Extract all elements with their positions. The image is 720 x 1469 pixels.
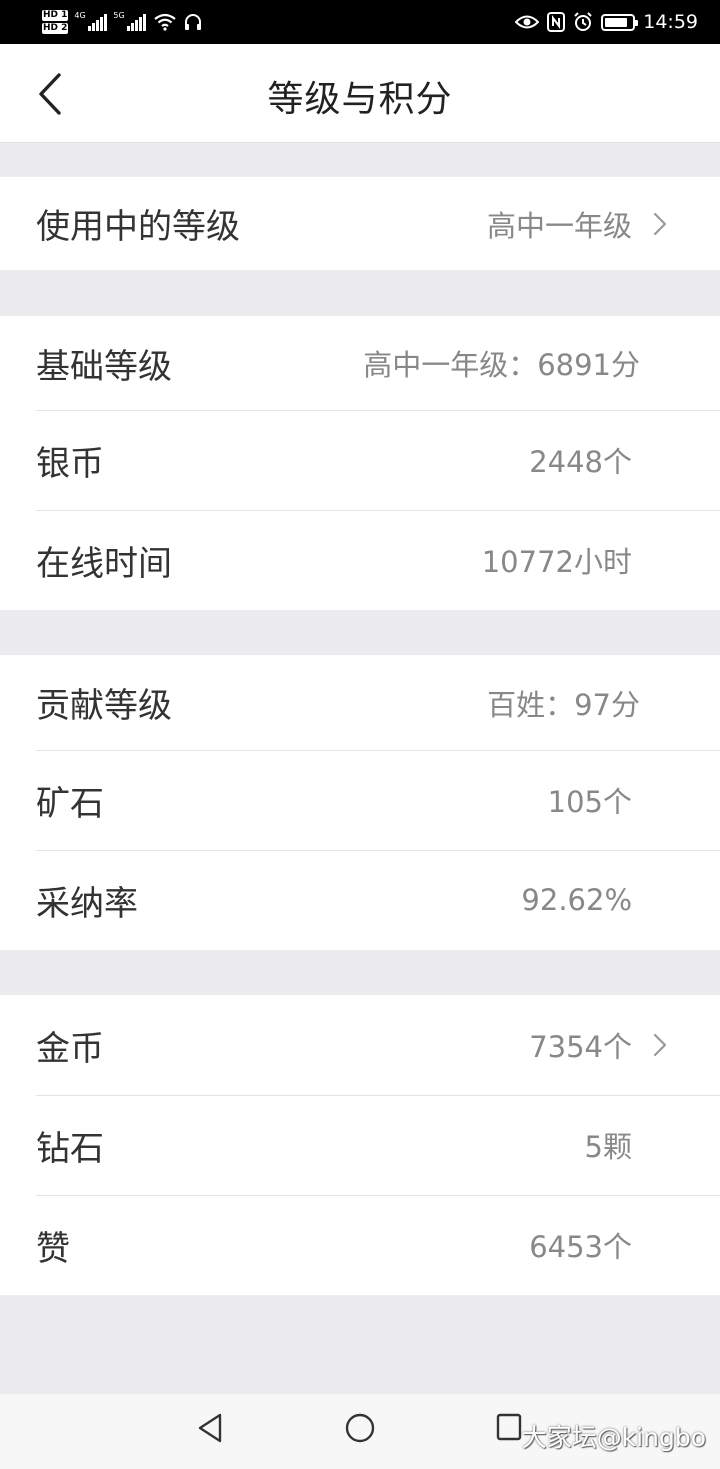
adoption-rate-label: 采纳率: [36, 883, 138, 924]
contribution-level-label: 贡献等级: [36, 686, 172, 726]
ore-value: 105个: [547, 785, 632, 819]
signal-icon-2: 5G: [113, 11, 147, 31]
gold-coin-value: 7354个: [529, 1030, 632, 1064]
alarm-icon: [574, 12, 592, 31]
current-level-row[interactable]: 使用中的等级 高中一年级: [0, 177, 720, 270]
list-item: 采纳率 92.62%: [0, 850, 720, 950]
battery-icon: [601, 13, 639, 31]
network-type-2: 5G: [113, 11, 125, 20]
list-item: 钻石 5颗: [0, 1095, 720, 1195]
wifi-icon: [154, 13, 177, 31]
gold-coin-row[interactable]: 金币 7354个: [0, 995, 720, 1095]
home-circle-icon[interactable]: [344, 1412, 376, 1444]
silver-coin-label: 银币: [36, 443, 104, 484]
assets-section: 金币 7354个 钻石 5颗 赞 6453个: [0, 995, 720, 1295]
basic-level-value: 高中一年级：6891分: [363, 348, 640, 382]
chevron-right-icon: [653, 212, 667, 235]
list-item: 赞 6453个: [0, 1195, 720, 1295]
list-item: 在线时间 10772小时: [0, 510, 720, 610]
app-header: 等级与积分: [0, 44, 720, 143]
basic-level-label: 基础等级: [36, 346, 172, 387]
current-level-section: 使用中的等级 高中一年级: [0, 177, 720, 270]
clock: 14:59: [643, 11, 698, 33]
diamond-value: 5颗: [584, 1130, 632, 1164]
list-item: 基础等级 高中一年级：6891分: [0, 316, 720, 410]
network-type-1: 4G: [74, 11, 86, 20]
battery-fill: [605, 17, 628, 27]
gold-coin-label: 金币: [36, 1028, 104, 1069]
online-time-label: 在线时间: [36, 543, 172, 584]
hd-badges: HD 1 HD 2: [42, 9, 69, 35]
signal-icon-1: 4G: [74, 11, 108, 31]
contribution-level-value: 百姓：97分: [487, 687, 640, 722]
headphones-icon: [185, 14, 202, 30]
page-title: 等级与积分: [267, 79, 453, 120]
list-item: 贡献等级 百姓：97分: [0, 655, 720, 750]
hd2-badge: HD 2: [42, 23, 69, 34]
ore-label: 矿石: [36, 783, 104, 824]
likes-value: 6453个: [529, 1230, 632, 1264]
silver-coin-value: 2448个: [529, 445, 632, 479]
current-level-value: 高中一年级: [486, 208, 632, 243]
recents-square-icon[interactable]: [495, 1412, 523, 1442]
basic-level-section: 基础等级 高中一年级：6891分 银币 2448个 在线时间 10772小时: [0, 316, 720, 610]
eye-icon: [515, 15, 540, 29]
adoption-rate-value: 92.62%: [521, 883, 632, 917]
chevron-right-icon: [653, 1033, 667, 1057]
list-item: 矿石 105个: [0, 750, 720, 850]
contribution-section: 贡献等级 百姓：97分 矿石 105个 采纳率 92.62%: [0, 655, 720, 950]
hd1-badge: HD 1: [42, 10, 69, 21]
status-bar: HD 1 HD 2 4G 5G 14:59: [0, 0, 720, 44]
current-level-label: 使用中的等级: [36, 207, 240, 247]
nfc-icon: [547, 12, 566, 32]
back-triangle-icon[interactable]: [196, 1412, 224, 1444]
list-item: 银币 2448个: [0, 410, 720, 510]
online-time-value: 10772小时: [481, 545, 632, 579]
diamond-label: 钻石: [36, 1128, 104, 1169]
likes-label: 赞: [36, 1228, 70, 1269]
system-nav-bar: 大家坛@kingbo: [0, 1394, 720, 1469]
watermark: 大家坛@kingbo: [521, 1423, 706, 1452]
